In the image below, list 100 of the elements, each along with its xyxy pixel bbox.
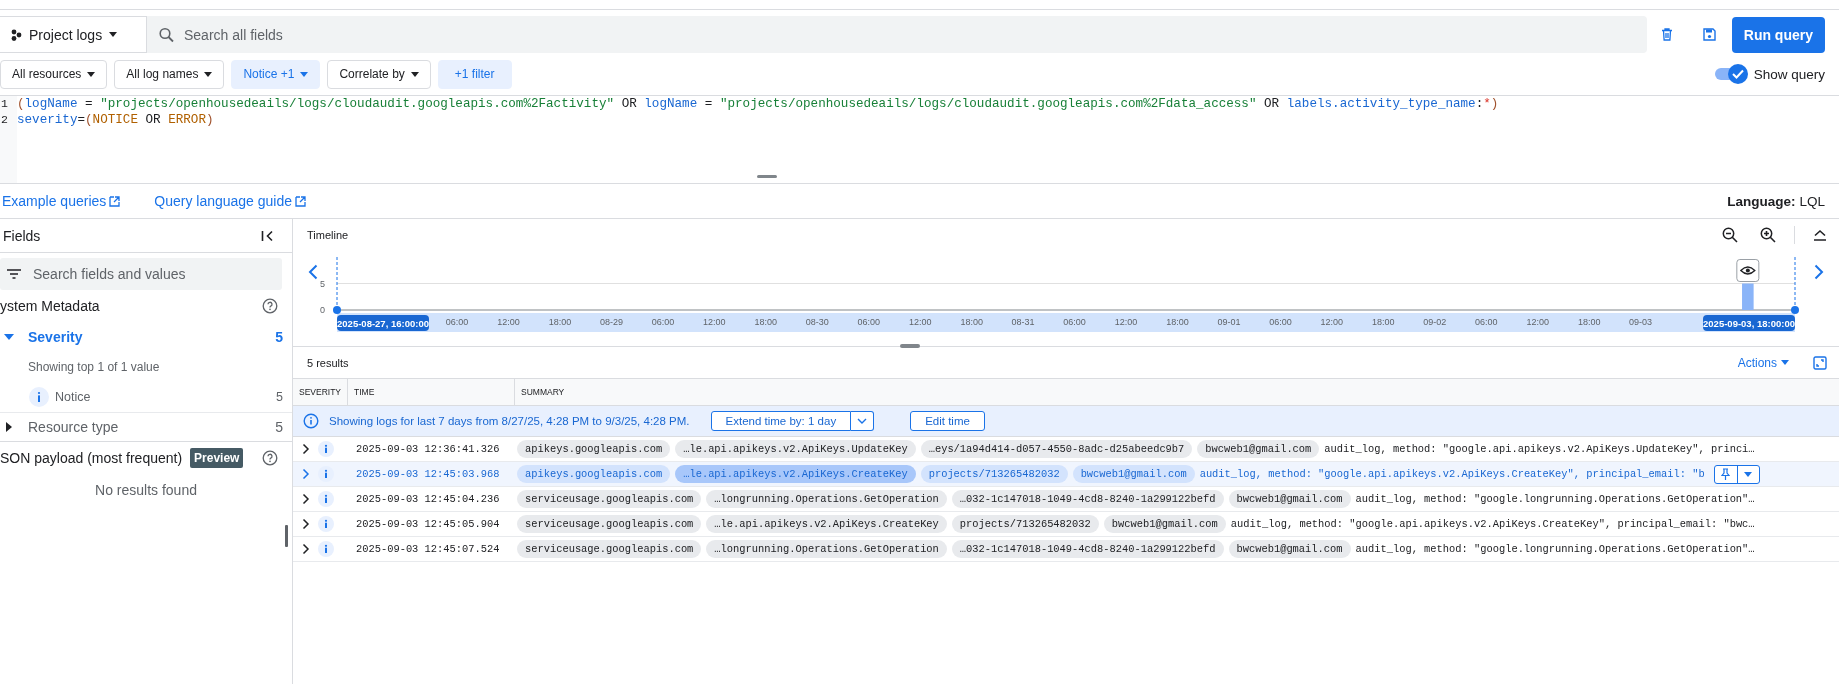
query-editor[interactable] — [0, 95, 1839, 184]
preview-button[interactable] — [1736, 259, 1760, 282]
chevron-left-icon — [308, 264, 318, 280]
caret-icon — [87, 71, 96, 77]
expand-icon — [1813, 355, 1827, 370]
chevron-right-icon[interactable] — [302, 543, 310, 555]
x-tick-label: 12:00 — [703, 317, 726, 327]
extend-time-button[interactable]: Extend time by: 1 day — [710, 411, 852, 431]
info-icon — [318, 441, 334, 457]
x-tick-label: 12:00 — [1320, 317, 1344, 327]
caret-icon — [410, 71, 419, 77]
timestamp: 2025-09-03 12:36:41.326 — [355, 443, 501, 455]
summary-text: audit_log, method: "google.longrunning.Operations.GetOperation"… — [1355, 543, 1755, 555]
log-row[interactable] — [293, 537, 1839, 562]
zoom-in-icon — [1760, 227, 1776, 243]
scrollbar-thumb[interactable] — [285, 525, 288, 547]
actions-menu-button[interactable]: Actions — [1731, 354, 1795, 371]
info-icon — [29, 387, 49, 407]
log-chip[interactable]: …longrunning.Operations.GetOperation — [706, 490, 947, 508]
resize-handle[interactable] — [757, 175, 777, 178]
log-chip[interactable]: bwcweb1@gmail.com — [1103, 515, 1226, 533]
log-chip[interactable]: …032-1c147018-1049-4cd8-8240-1a299122befd — [951, 540, 1224, 558]
log-row[interactable] — [293, 462, 1839, 487]
code-line: (logName = "projects/openhousedeails/logs/cloudaudit.googleapis.com%2Factivity" OR logName = "projects/openhousedeails/logs/cloudaudit.googleapis.com%2Fdata_access" OR labels.activity_type_name:*) — [17, 96, 1500, 112]
log-chip[interactable]: apikeys.googleapis.com — [517, 465, 671, 483]
x-tick-label: 06:00 — [1063, 317, 1086, 327]
section-title: SON payload (most frequent) — [0, 450, 183, 466]
log-chip[interactable]: bwcweb1@gmail.com — [1228, 490, 1351, 508]
log-row[interactable] — [293, 512, 1839, 537]
timestamp: 2025-09-03 12:45:04.236 — [355, 493, 501, 505]
x-tick-label: 12:00 — [497, 317, 520, 327]
field-row[interactable]: Severity 5 — [0, 322, 292, 352]
x-tick-label: 06:00 — [1475, 317, 1498, 327]
filter-dropdown[interactable]: Correlate by — [327, 59, 431, 89]
fields-search-field[interactable]: Search fields and values — [0, 258, 282, 290]
x-tick-label: 12:00 — [1114, 317, 1138, 327]
project-selector[interactable]: Project logs — [0, 16, 147, 53]
trash-icon — [1660, 28, 1673, 41]
x-tick-label: 09-01 — [1217, 317, 1241, 327]
chevron-right-icon — [1814, 264, 1824, 280]
log-chip[interactable]: bwcweb1@gmail.com — [1228, 540, 1351, 558]
zoom-out-icon — [1722, 227, 1738, 243]
filter-dropdown[interactable]: All log names — [114, 59, 225, 89]
collapse-left-icon — [261, 229, 274, 242]
search-icon — [159, 27, 174, 42]
x-tick-label: 08-31 — [1011, 317, 1035, 327]
log-chip[interactable]: serviceusage.googleapis.com — [517, 490, 702, 508]
collapse-up-icon — [1813, 229, 1827, 241]
caret-icon — [204, 71, 213, 77]
log-row[interactable] — [293, 487, 1839, 512]
field-note: Showing top 1 of 1 value — [27, 359, 161, 376]
log-chip[interactable]: …032-1c147018-1049-4cd8-8240-1a299122befd — [951, 490, 1224, 508]
y-tick-label: 0 — [320, 305, 325, 315]
help-link[interactable]: Query language guide — [154, 193, 307, 209]
chevron-right-icon[interactable] — [302, 493, 310, 505]
chevron-right-icon[interactable] — [302, 518, 310, 530]
log-chip[interactable]: bwcweb1@gmail.com — [1072, 465, 1195, 483]
edit-time-button[interactable]: Edit time — [910, 411, 985, 431]
chevron-down-icon — [857, 418, 868, 424]
chevron-right-icon[interactable] — [302, 443, 310, 455]
log-chip[interactable]: …eys/1a94d414-d057-4550-8adc-d25abeedc9b7 — [920, 440, 1193, 458]
language-value: LQL — [1799, 193, 1825, 209]
x-tick-label: 09-03 — [1629, 317, 1653, 327]
run-query-button[interactable]: Run query — [1731, 16, 1825, 53]
log-chip[interactable]: …le.api.apikeys.v2.ApiKeys.UpdateKey — [675, 440, 916, 458]
filter-icon — [7, 269, 21, 279]
log-chip[interactable]: projects/713265482032 — [920, 465, 1068, 483]
info-icon — [318, 466, 334, 482]
x-tick-label: 06:00 — [857, 317, 880, 327]
range-band[interactable] — [337, 313, 1795, 332]
panel-title: Fields — [3, 227, 41, 244]
search-field[interactable]: Search all fields — [147, 16, 1647, 53]
log-chip[interactable]: …le.api.apikeys.v2.ApiKeys.CreateKey — [706, 515, 947, 533]
log-chip[interactable]: apikeys.googleapis.com — [517, 440, 671, 458]
log-chip[interactable]: …longrunning.Operations.GetOperation — [706, 540, 947, 558]
log-chip[interactable]: projects/713265482032 — [951, 515, 1099, 533]
log-chip[interactable]: serviceusage.googleapis.com — [517, 540, 702, 558]
caret-icon — [109, 32, 118, 37]
log-chip[interactable]: serviceusage.googleapis.com — [517, 515, 702, 533]
help-icon[interactable] — [262, 298, 278, 314]
filter-button[interactable]: +1 filter — [437, 59, 512, 89]
x-tick-label: 09-02 — [1423, 317, 1447, 327]
timeline-title: Timeline — [307, 229, 350, 241]
extend-options-button[interactable] — [851, 411, 875, 431]
x-tick-label: 08-30 — [805, 317, 829, 327]
help-icon[interactable] — [262, 450, 278, 466]
show-query-toggle[interactable]: Show query — [1713, 63, 1825, 85]
x-tick-label: 12:00 — [908, 317, 932, 327]
language-label: Language: — [1727, 193, 1796, 209]
filter-dropdown[interactable]: All resources — [0, 59, 108, 89]
pin-icon — [1721, 468, 1731, 480]
field-row[interactable]: Resource type 5 — [0, 412, 292, 442]
field-value-row[interactable]: Notice 5 — [0, 382, 292, 412]
log-chip[interactable]: bwcweb1@gmail.com — [1197, 440, 1320, 458]
x-tick-label: 18:00 — [548, 317, 572, 327]
filter-dropdown[interactable]: Notice +1 — [231, 59, 321, 89]
summary-text: audit_log, method: "google.api.apikeys.v2.ApiKeys.UpdateKey", princi… — [1324, 443, 1755, 455]
resize-handle[interactable] — [900, 344, 920, 348]
help-link[interactable]: Example queries — [2, 193, 121, 209]
info-icon — [318, 516, 334, 532]
